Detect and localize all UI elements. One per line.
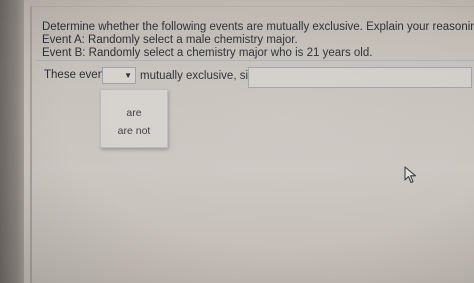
event-a-text: Event A: Randomly select a male chemistr…	[42, 34, 298, 46]
panel-top-edge	[30, 6, 474, 7]
option-are-not[interactable]: are not	[101, 125, 167, 137]
exclusive-dropdown-menu: are are not	[100, 89, 168, 148]
monitor-bezel	[0, 0, 24, 283]
mouse-pointer-icon	[404, 166, 417, 184]
question-text: Determine whether the following events a…	[42, 21, 474, 60]
panel-left-edge	[30, 6, 32, 283]
section-divider	[36, 60, 474, 61]
option-are[interactable]: are	[101, 107, 167, 119]
answer-row: These events ▼ mutually exclusive, since	[42, 67, 474, 89]
dropdown-arrow-icon: ▼	[124, 71, 132, 80]
event-b-text: Event B: Randomly select a chemistry maj…	[42, 47, 373, 59]
reason-input[interactable]	[248, 67, 472, 88]
exclusive-select[interactable]: ▼	[102, 67, 136, 84]
question-instruction: Determine whether the following events a…	[42, 21, 474, 33]
